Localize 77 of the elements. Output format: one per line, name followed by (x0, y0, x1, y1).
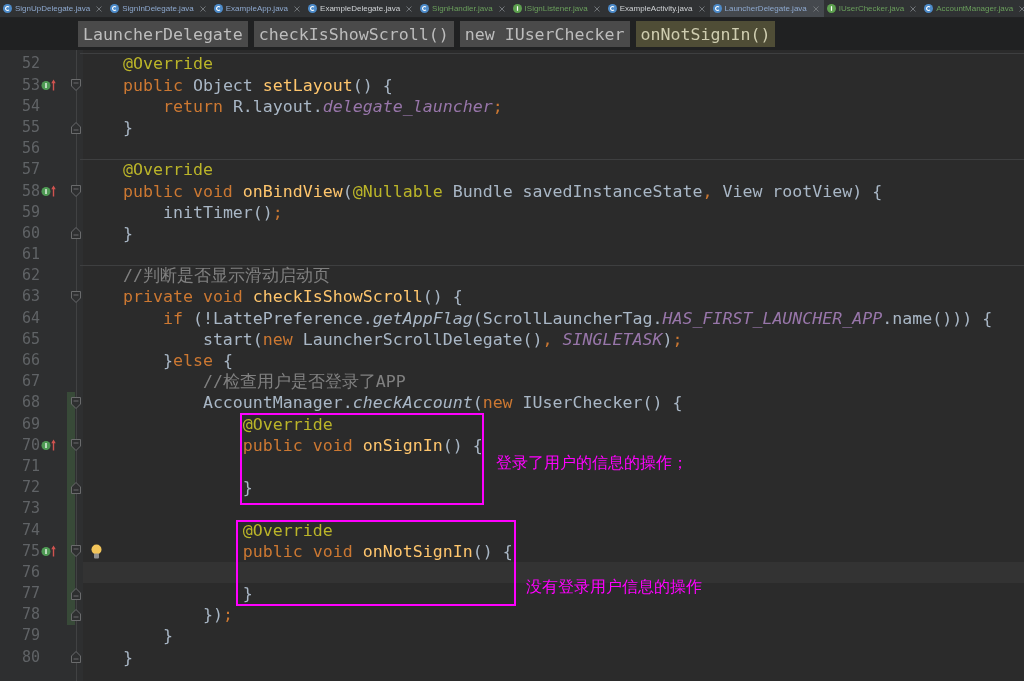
fold-icon[interactable] (71, 439, 81, 452)
file-tab[interactable]: IUserChecker.java (823, 0, 922, 17)
code-line: } (122, 222, 133, 245)
badge-arrow-icon[interactable] (41, 439, 56, 452)
file-tab[interactable]: ExampleApp.java (210, 0, 306, 17)
code-line: } (122, 646, 133, 668)
code-line: initTimer(); (162, 201, 283, 223)
code-line: start(new LauncherScrollDelegate(), SINGLETASK); (202, 328, 683, 351)
annotation-text: 没有登录用户信息的操作 (526, 577, 702, 597)
file-tab[interactable]: SignHandler.java (417, 0, 510, 17)
code-line: //判断是否显示滑动启动页 (122, 265, 330, 287)
close-icon[interactable] (593, 5, 600, 12)
interface-icon (826, 4, 836, 13)
breadcrumb-item[interactable]: LauncherDelegate (78, 21, 248, 47)
interface-icon (512, 4, 522, 13)
fold-icon[interactable] (71, 608, 81, 621)
close-icon[interactable] (812, 5, 819, 12)
badge-arrow-icon[interactable] (41, 185, 56, 198)
code-line: @Override (242, 519, 333, 541)
file-tab[interactable]: SignInDelegate.java (107, 0, 211, 17)
code-line: } (122, 116, 133, 139)
class-icon (213, 4, 223, 13)
fold-icon[interactable] (71, 227, 81, 240)
fold-icon[interactable] (71, 397, 81, 409)
code-line: }else { (162, 350, 233, 372)
code-line: AccountManager.checkAccount(new IUserChecker() { (202, 392, 683, 414)
breadcrumb-item[interactable]: new IUserChecker (459, 21, 630, 47)
fold-icon[interactable] (71, 79, 81, 92)
file-tab[interactable]: ExampleDelegate.java (305, 0, 418, 17)
fold-icon[interactable] (71, 545, 81, 558)
file-tab[interactable]: LauncherDelegate.java (709, 0, 824, 17)
close-icon[interactable] (1019, 5, 1024, 12)
fold-icon[interactable] (71, 121, 81, 134)
fold-icon[interactable] (71, 481, 81, 494)
badge-arrow-icon[interactable] (41, 545, 56, 558)
code-line: @Override (122, 53, 213, 75)
breadcrumb-item[interactable]: onNotSignIn() (635, 21, 776, 47)
class-icon (712, 4, 722, 13)
close-icon[interactable] (96, 5, 103, 12)
fold-icon[interactable] (71, 291, 81, 304)
close-icon[interactable] (698, 5, 705, 12)
code-line: public void onBindView(@Nullable Bundle savedInstanceState, View rootView) { (122, 180, 883, 202)
class-icon (3, 4, 12, 13)
badge-arrow-icon[interactable] (41, 79, 56, 92)
close-icon[interactable] (406, 5, 413, 12)
fold-icon[interactable] (71, 651, 81, 664)
class-icon (924, 4, 934, 13)
class-icon (420, 4, 430, 13)
code-line: public void onSignIn() { (242, 434, 483, 456)
code-line: @Override (242, 413, 333, 435)
fold-icon[interactable] (71, 185, 81, 198)
code-line: return R.layout.delegate_launcher; (162, 95, 503, 117)
code-line: } (162, 625, 173, 647)
close-icon[interactable] (498, 5, 505, 12)
file-tab[interactable]: SignUpDelegate.java (0, 0, 108, 17)
code-line: } (242, 583, 253, 605)
close-icon[interactable] (199, 5, 206, 12)
class-icon (308, 4, 318, 13)
annotation-text: 登录了用户的信息的操作； (496, 453, 688, 473)
code-line: } (242, 477, 253, 499)
class-icon (607, 4, 617, 13)
code-line: public void onNotSignIn() { (242, 540, 513, 562)
code-line: @Override (122, 159, 213, 181)
class-icon (110, 4, 120, 13)
breadcrumb-item[interactable]: checkIsShowScroll() (253, 21, 454, 47)
code-line: if (!LattePreference.getAppFlag(ScrollLauncherTag.HAS_FIRST_LAUNCHER_APP.name())) { (162, 307, 993, 329)
code-line: }); (202, 604, 233, 626)
file-tab[interactable]: ISignListener.java (509, 0, 605, 17)
file-tab[interactable]: ExampleActivity.java (604, 0, 710, 17)
close-icon[interactable] (294, 5, 301, 12)
lightbulb-icon[interactable] (91, 543, 102, 559)
code-line: public Object setLayout() { (122, 74, 393, 96)
close-icon[interactable] (910, 5, 917, 12)
code-line: private void checkIsShowScroll() { (122, 286, 463, 308)
code-line: //检查用户是否登录了APP (202, 371, 406, 393)
file-tab[interactable]: AccountManager.java (921, 0, 1024, 17)
fold-icon[interactable] (71, 587, 81, 600)
